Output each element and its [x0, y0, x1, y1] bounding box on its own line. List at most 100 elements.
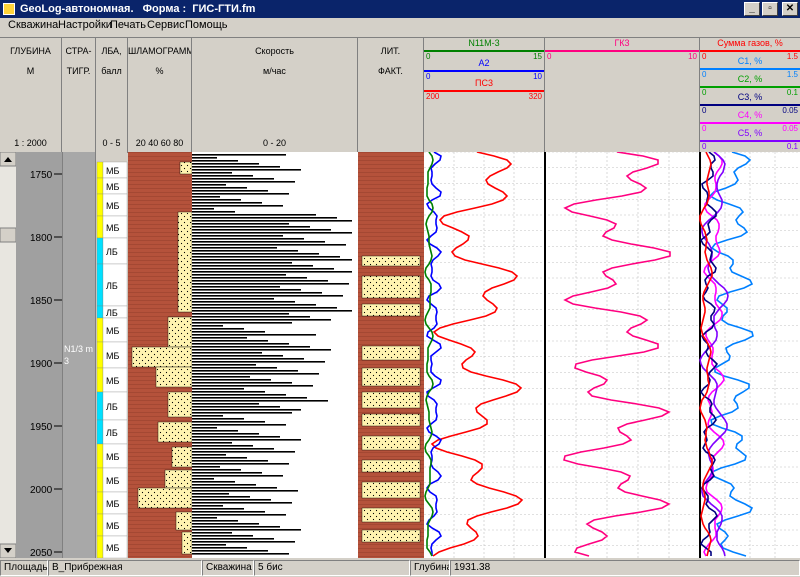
speed-bar [192, 280, 328, 282]
speed-bar [192, 283, 349, 285]
speed-bar [192, 361, 325, 363]
speed-bar [192, 208, 214, 210]
speed-bar [192, 217, 337, 219]
speed-bar [192, 265, 313, 267]
lba-label: МБ [106, 452, 119, 462]
speed-bar [192, 181, 295, 183]
speed-bar [192, 520, 238, 522]
speed-bar [192, 196, 220, 198]
window-title: GeoLog-автономная. Форма : ГИС-ГТИ.fm [20, 3, 256, 15]
lba-bar [96, 193, 104, 217]
speed-bar [192, 235, 283, 237]
speed-bar [192, 337, 247, 339]
speed-bar [192, 190, 268, 192]
shlam-sand-block [157, 421, 193, 443]
menu-service[interactable]: Сервис [147, 19, 185, 31]
speed-bar [192, 259, 352, 261]
curve-a2: A2 0 10 [424, 58, 544, 81]
status-well-label: Скважина [202, 560, 254, 576]
depth-tick-label: 1850 [30, 296, 53, 307]
menu-well[interactable]: Скважина [8, 19, 58, 31]
curve-n11m3: N11M-3 0 15 [424, 38, 544, 61]
speed-bar [192, 247, 277, 249]
speed-bar [192, 385, 313, 387]
shlam-sand-block [155, 366, 193, 388]
speed-bar [192, 394, 286, 396]
scrollbar[interactable] [0, 152, 17, 558]
speed-bar [192, 466, 220, 468]
speed-bar [192, 541, 295, 543]
shlam-sand-block [167, 391, 193, 418]
scroll-thumb[interactable] [0, 227, 17, 243]
speed-bar [192, 508, 244, 510]
speed-bar [192, 445, 253, 447]
menu-help[interactable]: Помощь [185, 19, 228, 31]
app-icon [3, 3, 15, 15]
shlam-track [128, 152, 193, 558]
depth-tick-label: 1900 [30, 359, 53, 370]
menu-print[interactable]: Печать [110, 19, 146, 31]
lit-sand-layer [361, 345, 421, 361]
title-bar: GeoLog-автономная. Форма : ГИС-ГТИ.fm _ … [0, 0, 800, 18]
header-lba: ЛБА, балл 0 - 5 [96, 38, 128, 153]
menu-settings[interactable]: Настройки [58, 19, 112, 31]
lba-bar [96, 535, 104, 558]
speed-bar [192, 409, 301, 411]
speed-bar [192, 211, 235, 213]
speed-bar [192, 544, 226, 546]
speed-bar [192, 454, 226, 456]
minimize-button[interactable]: _ [744, 2, 760, 16]
speed-bar [192, 415, 223, 417]
lba-bar [96, 443, 104, 469]
speed-bar [192, 433, 259, 435]
speed-bar [192, 340, 268, 342]
speed-bar [192, 163, 259, 165]
depth-tick-label: 1950 [30, 422, 53, 433]
lba-bar [96, 341, 104, 369]
speed-bar [192, 349, 331, 351]
shlam-sand-block [177, 211, 193, 313]
speed-bar [192, 412, 292, 414]
speed-bar [192, 160, 238, 162]
speed-bar [192, 505, 223, 507]
shlam-sand-block [167, 316, 193, 348]
depth-tick-label: 1800 [30, 233, 53, 244]
speed-bar [192, 367, 277, 369]
speed-bar [192, 439, 301, 441]
speed-bar [192, 214, 316, 216]
lit-sand-layer [361, 529, 421, 543]
speed-bar [192, 298, 274, 300]
speed-bar [192, 487, 277, 489]
speed-bar [192, 457, 247, 459]
depth-tick-label: 1750 [30, 170, 53, 181]
speed-bar [192, 379, 271, 381]
lba-bar [96, 467, 104, 493]
lit-sand-layer [361, 435, 421, 451]
speed-bar [192, 475, 283, 477]
lit-sand-layer [361, 391, 421, 409]
speed-bar [192, 364, 256, 366]
speed-bar [192, 286, 280, 288]
speed-bar [192, 478, 214, 480]
speed-bar [192, 382, 292, 384]
speed-bar [192, 436, 280, 438]
lit-sand-layer [361, 303, 421, 317]
close-button[interactable]: ✕ [782, 2, 798, 16]
speed-bar [192, 175, 253, 177]
speed-bar [192, 199, 241, 201]
speed-bar [192, 517, 217, 519]
header-shlam: ШЛАМОГРАММА % 20 40 60 80 [128, 38, 192, 153]
lba-label: ЛБ [106, 402, 118, 412]
speed-bar [192, 331, 265, 333]
speed-bar [192, 313, 289, 315]
speed-bar [192, 268, 334, 270]
speed-bar [192, 226, 310, 228]
speed-bar [192, 391, 265, 393]
speed-bar [192, 154, 286, 156]
lba-label: МБ [106, 521, 119, 531]
speed-bar [192, 274, 286, 276]
speed-bar [192, 343, 289, 345]
restore-button[interactable]: ▫ [762, 2, 778, 16]
speed-bar [192, 370, 298, 372]
speed-bar [192, 499, 271, 501]
